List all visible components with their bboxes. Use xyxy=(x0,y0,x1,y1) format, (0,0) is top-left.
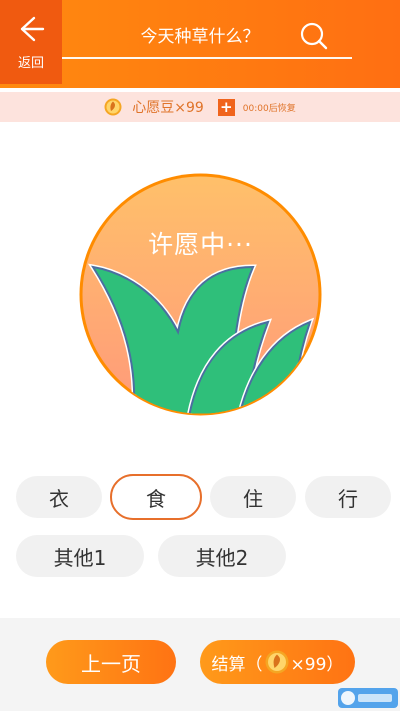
wish-bean-icon xyxy=(104,98,122,116)
watermark-text xyxy=(2,1,4,8)
search-icon[interactable] xyxy=(298,20,330,52)
page-title: 今天种草什么？ xyxy=(140,27,260,47)
category-food[interactable]: 食 xyxy=(110,474,202,520)
back-button[interactable]: 返回 xyxy=(0,0,62,84)
category-other-2[interactable]: 其他2 xyxy=(158,535,286,577)
wish-bean-icon xyxy=(265,650,289,674)
add-beans-button[interactable]: + xyxy=(217,98,235,116)
wish-illustration xyxy=(79,173,322,416)
back-label: 返回 xyxy=(17,55,44,71)
wish-status: 许愿中··· xyxy=(148,230,253,259)
watermark-logo-icon xyxy=(338,688,398,708)
header-bar: 返回 今天种草什么？ xyxy=(0,0,400,88)
beans-bar: 心愿豆×99 + 00:00后恢复 xyxy=(0,92,400,122)
category-travel[interactable]: 行 xyxy=(305,476,391,518)
checkout-button[interactable]: 结算（ ×99） xyxy=(200,640,355,684)
prev-page-button[interactable]: 上一页 xyxy=(46,640,176,684)
arrow-left-icon xyxy=(20,16,45,41)
title-underline xyxy=(62,57,352,59)
recover-timer: 00:00后恢复 xyxy=(242,103,296,114)
beans-count: 心愿豆×99 xyxy=(132,100,204,116)
checkout-suffix: ×99） xyxy=(290,654,344,675)
category-clothing[interactable]: 衣 xyxy=(16,476,102,518)
category-other-1[interactable]: 其他1 xyxy=(16,535,144,577)
checkout-prefix: 结算（ xyxy=(211,654,263,675)
category-housing[interactable]: 住 xyxy=(210,476,296,518)
